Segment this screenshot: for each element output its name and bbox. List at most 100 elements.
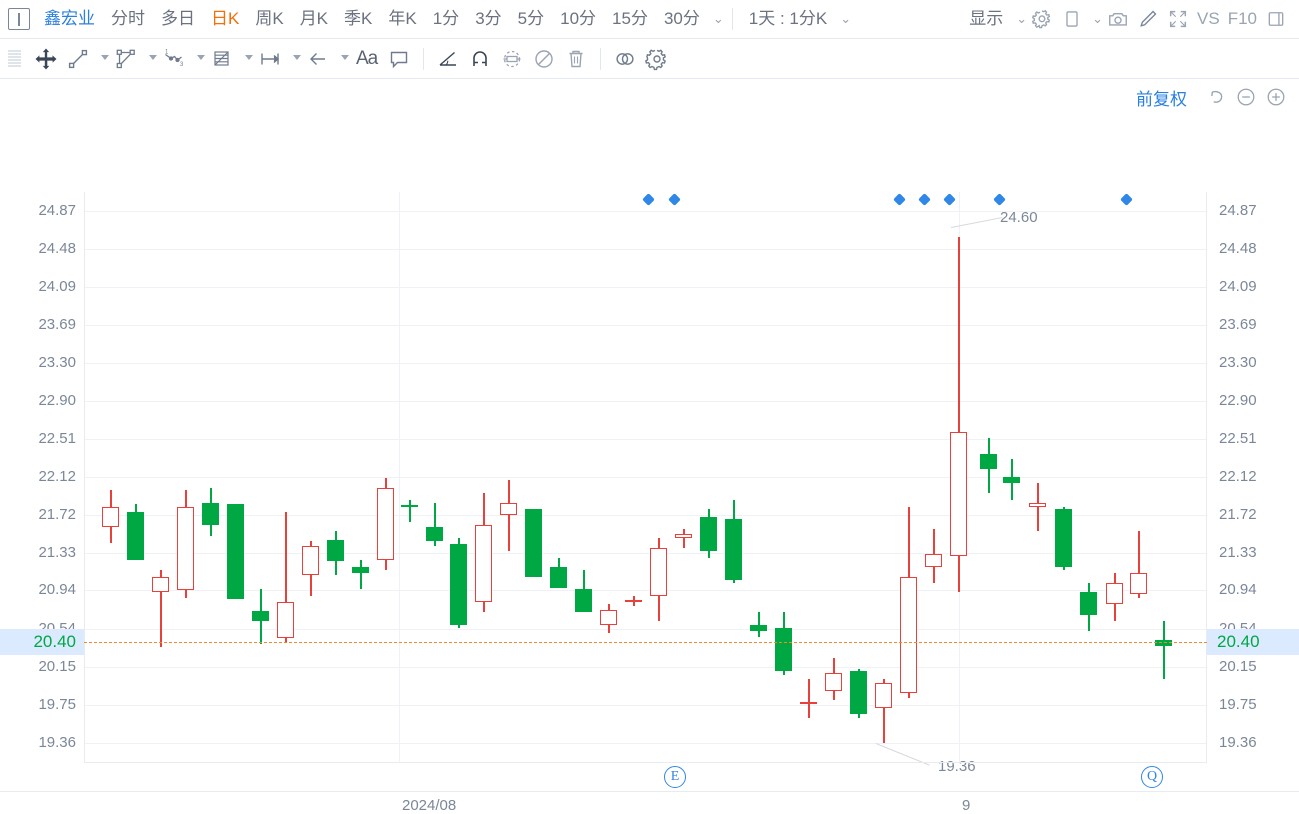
period-tab-3min[interactable]: 3分 <box>467 0 509 38</box>
chart-gridline <box>85 628 1206 630</box>
drawbar-divider-1 <box>423 47 425 70</box>
earnings-marker-icon[interactable]: E <box>664 766 686 788</box>
chart-gridline <box>85 248 1206 250</box>
period-tab-rik[interactable]: 日K <box>203 0 247 38</box>
plot-bottom-border <box>84 762 1207 763</box>
price-badge-right[interactable]: 20.40 <box>1207 629 1299 656</box>
candle-body <box>600 609 617 626</box>
candle-body <box>650 547 667 597</box>
candle-wick <box>360 560 362 590</box>
y-axis-label-left: 21.72 <box>38 506 76 524</box>
current-price-line <box>84 642 1207 644</box>
fibonacci-chevron-down-icon[interactable] <box>238 43 254 75</box>
zoom-in-icon[interactable] <box>1263 84 1289 110</box>
y-axis-label-right: 24.09 <box>1219 277 1257 295</box>
y-axis-label-left: 22.90 <box>38 392 76 410</box>
candle-body <box>575 589 592 612</box>
shape-polygon-tool[interactable] <box>110 43 142 75</box>
y-axis-label-left: 22.12 <box>38 467 76 485</box>
candle-wick <box>1037 483 1039 532</box>
y-axis-label-right: 22.51 <box>1219 429 1257 447</box>
y-axis-label-right: 19.75 <box>1219 696 1257 714</box>
lock-drawings-tool[interactable] <box>496 43 528 75</box>
display-chevron-down-icon[interactable]: ⌄ <box>1016 11 1027 27</box>
layout-chevron-down-icon[interactable]: ⌄ <box>1092 11 1103 27</box>
overlay-compare-tool[interactable] <box>609 43 641 75</box>
y-axis-label-right: 20.15 <box>1219 657 1257 675</box>
x-axis-label: 9 <box>962 797 971 814</box>
settings-gear-icon[interactable] <box>1027 4 1057 34</box>
hide-drawings-tool[interactable] <box>528 43 560 75</box>
magnet-tool[interactable] <box>464 43 496 75</box>
candle-body <box>900 576 917 693</box>
measure-range-tool[interactable] <box>254 43 286 75</box>
candle-body <box>202 502 219 525</box>
period-tab-duori[interactable]: 多日 <box>153 0 203 38</box>
multi-period-chevron-down-icon[interactable]: ⌄ <box>840 11 851 27</box>
toolbar-drag-handle[interactable] <box>8 49 24 68</box>
pencil-icon[interactable] <box>1133 4 1163 34</box>
arrow-chevron-down-icon[interactable] <box>334 43 350 75</box>
y-axis-label-left: 24.48 <box>38 239 76 257</box>
adjustment-mode-button[interactable]: 前复权 <box>1136 85 1187 110</box>
display-menu[interactable]: 显示 <box>961 0 1011 38</box>
trendline-tool[interactable] <box>62 43 94 75</box>
zoom-out-icon[interactable] <box>1233 84 1259 110</box>
drawbar-divider-2 <box>600 47 602 70</box>
candle-body <box>925 553 942 568</box>
trendline-chevron-down-icon[interactable] <box>94 43 110 75</box>
candlestick-plot[interactable] <box>84 192 1207 762</box>
period-tab-jik[interactable]: 季K <box>336 0 380 38</box>
high-label: 24.60 <box>1000 209 1038 226</box>
svg-text:3: 3 <box>180 62 184 68</box>
vs-compare-button[interactable]: VS <box>1193 9 1224 29</box>
period-tab-zhouk[interactable]: 周K <box>247 0 291 38</box>
y-axis-label-right: 21.72 <box>1219 506 1257 524</box>
quarterly-marker-icon[interactable]: Q <box>1141 766 1163 788</box>
period-tab-niank[interactable]: 年K <box>380 0 424 38</box>
shape-chevron-down-icon[interactable] <box>142 43 158 75</box>
fullscreen-icon[interactable] <box>1163 4 1193 34</box>
drawing-settings-tool[interactable] <box>641 43 673 75</box>
period-tab-1min[interactable]: 1分 <box>425 0 467 38</box>
panel-icon[interactable] <box>8 8 30 30</box>
period-tab-fenshi[interactable]: 分时 <box>103 0 153 38</box>
y-axis-label-left: 19.75 <box>38 696 76 714</box>
period-tab-15min[interactable]: 15分 <box>604 0 656 38</box>
y-axis-label-left: 22.51 <box>38 429 76 447</box>
candle-body <box>750 625 767 631</box>
move-crosshair-tool[interactable] <box>30 43 62 75</box>
f10-button[interactable]: F10 <box>1224 9 1261 29</box>
candle-body <box>177 507 194 591</box>
chart-gridline <box>85 552 1206 554</box>
arrow-tool[interactable] <box>302 43 334 75</box>
comment-balloon-tool[interactable] <box>383 43 415 75</box>
layout-panel-icon[interactable] <box>1057 4 1087 34</box>
period-tab-10min[interactable]: 10分 <box>552 0 604 38</box>
fibonacci-tool[interactable] <box>206 43 238 75</box>
period-tab-yuek[interactable]: 月K <box>292 0 336 38</box>
text-tool[interactable]: Aa <box>350 48 383 70</box>
candle-body <box>302 545 319 575</box>
side-panel-icon[interactable] <box>1261 4 1291 34</box>
chart-area[interactable]: 前复权 24.87 24.87 24.48 24.48 24.09 24.09 23.69 2… <box>0 79 1299 814</box>
wave-label-tool[interactable]: 1 3 <box>158 43 190 75</box>
y-axis-label-right: 24.48 <box>1219 239 1257 257</box>
angle-tool[interactable] <box>432 43 464 75</box>
candle-body <box>1106 582 1123 604</box>
period-tab-30min[interactable]: 30分 <box>656 0 708 38</box>
undo-icon[interactable] <box>1203 84 1229 110</box>
multi-period-selector[interactable]: 1天 : 1分K <box>741 0 835 38</box>
stock-name-label[interactable]: 鑫宏业 <box>40 0 103 38</box>
y-axis-label-left: 23.69 <box>38 316 76 334</box>
period-more-chevron-down-icon[interactable]: ⌄ <box>713 11 724 27</box>
wave-chevron-down-icon[interactable] <box>190 43 206 75</box>
candle-body <box>475 524 492 602</box>
chart-gridline <box>85 362 1206 364</box>
measure-chevron-down-icon[interactable] <box>286 43 302 75</box>
price-badge-left[interactable]: 20.40 <box>0 629 84 656</box>
candle-body <box>1080 592 1097 616</box>
period-tab-5min[interactable]: 5分 <box>510 0 552 38</box>
delete-drawings-tool[interactable] <box>560 43 592 75</box>
camera-icon[interactable] <box>1103 4 1133 34</box>
